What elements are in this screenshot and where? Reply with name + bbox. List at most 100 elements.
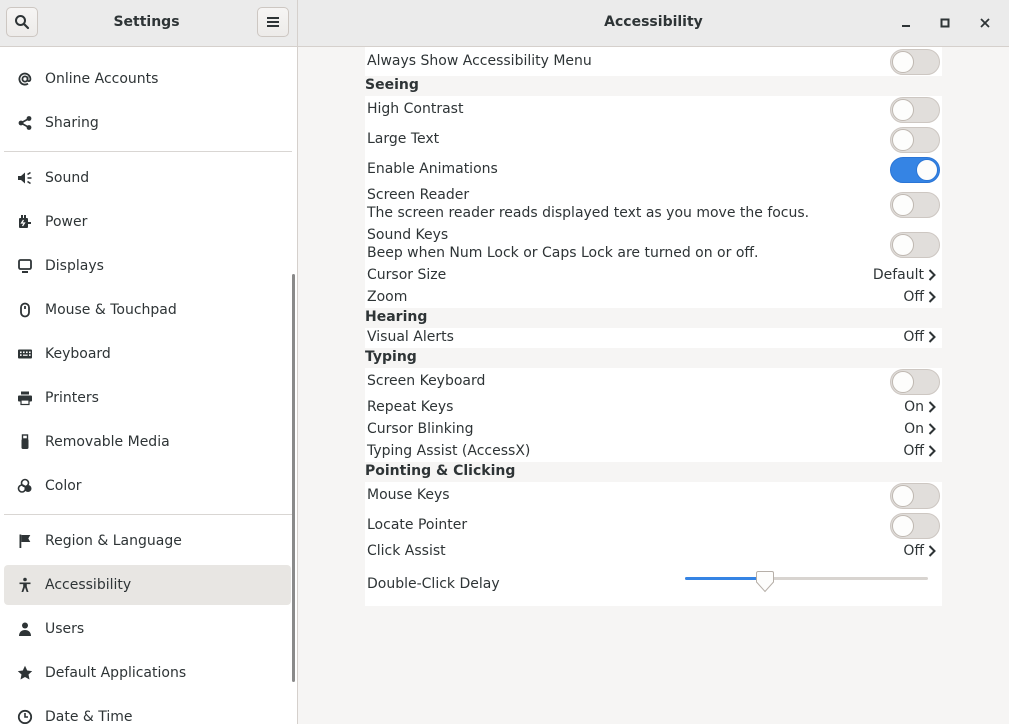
always-show-menu-label: Always Show Accessibility Menu: [367, 53, 592, 69]
menu-button[interactable]: [257, 7, 289, 37]
cursor-size-value: Default: [872, 267, 924, 283]
typing-assist-label: Typing Assist (AccessX): [367, 443, 531, 459]
sidebar: Online Accounts Sharing Sound Power Disp…: [0, 47, 297, 724]
sidebar-item-date-time[interactable]: Date & Time: [4, 697, 291, 724]
sidebar-item-power[interactable]: Power: [4, 202, 291, 242]
flag-icon: [17, 533, 33, 549]
visual-alerts-row-value[interactable]: Off: [903, 329, 936, 345]
maximize-icon: [940, 18, 950, 28]
sidebar-item-users[interactable]: Users: [4, 609, 291, 649]
large-text-toggle[interactable]: [890, 127, 940, 153]
sidebar-item-label: Date & Time: [45, 709, 133, 724]
sidebar-item-label: Region & Language: [45, 533, 182, 549]
sidebar-item-sharing[interactable]: Sharing: [4, 103, 291, 143]
main-headerbar: Accessibility: [298, 0, 1009, 47]
section-header-bg: [365, 348, 942, 368]
sidebar-item-removable-media[interactable]: Removable Media: [4, 422, 291, 462]
sidebar-item-label: Sharing: [45, 115, 99, 131]
sidebar-item-label: Mouse & Touchpad: [45, 302, 177, 318]
users-icon: [17, 621, 33, 637]
clock-icon: [17, 709, 33, 724]
speaker-icon: [17, 170, 33, 186]
sidebar-scrollbar[interactable]: [292, 274, 295, 682]
section-header-bg: [365, 308, 942, 328]
sidebar-item-label: Accessibility: [45, 577, 132, 593]
screen-reader-description: The screen reader reads displayed text a…: [367, 205, 810, 221]
sidebar-item-online-accounts[interactable]: Online Accounts: [4, 59, 291, 99]
chevron-right-icon: [928, 269, 936, 281]
maximize-button[interactable]: [935, 13, 955, 33]
cursor-blinking-value: On: [904, 421, 924, 437]
sidebar-headerbar: Settings: [0, 0, 297, 47]
typing-assist-value: Off: [903, 443, 924, 459]
screen-keyboard-toggle[interactable]: [890, 369, 940, 395]
high-contrast-toggle[interactable]: [890, 97, 940, 123]
pane-divider: [297, 0, 298, 724]
visual-alerts-label: Visual Alerts: [367, 329, 454, 345]
sidebar-item-displays[interactable]: Displays: [4, 246, 291, 286]
cursor-size-label: Cursor Size: [367, 267, 447, 283]
minimize-icon: [902, 25, 910, 27]
sidebar-item-accessibility[interactable]: Accessibility: [4, 565, 291, 605]
chevron-right-icon: [928, 331, 936, 343]
sidebar-item-mouse-touchpad[interactable]: Mouse & Touchpad: [4, 290, 291, 330]
close-icon: [980, 18, 990, 28]
section-pointing-title: Pointing & Clicking: [365, 463, 516, 479]
zoom-value: Off: [903, 289, 924, 305]
monitor-icon: [17, 258, 33, 274]
close-button[interactable]: [975, 13, 995, 33]
sidebar-item-sound[interactable]: Sound: [4, 158, 291, 198]
mouse-keys-toggle[interactable]: [890, 483, 940, 509]
sidebar-item-label: Removable Media: [45, 434, 170, 450]
sidebar-item-label: Online Accounts: [45, 71, 159, 87]
sidebar-item-label: Default Applications: [45, 665, 187, 681]
double-click-delay-label: Double-Click Delay: [367, 576, 500, 592]
cursor-blinking-row-value[interactable]: On: [904, 421, 936, 437]
sidebar-separator: [4, 151, 292, 152]
sidebar-item-label: Displays: [45, 258, 104, 274]
mouse-icon: [17, 302, 33, 318]
repeat-keys-row-value[interactable]: On: [904, 399, 936, 415]
repeat-keys-label: Repeat Keys: [367, 399, 454, 415]
search-button[interactable]: [6, 7, 38, 37]
sidebar-item-color[interactable]: Color: [4, 466, 291, 506]
screen-keyboard-label: Screen Keyboard: [367, 373, 486, 389]
printer-icon: [17, 390, 33, 406]
zoom-label: Zoom: [367, 289, 408, 305]
high-contrast-label: High Contrast: [367, 101, 464, 117]
locate-pointer-label: Locate Pointer: [367, 517, 468, 533]
zoom-row-value[interactable]: Off: [903, 289, 936, 305]
sound-keys-description: Beep when Num Lock or Caps Lock are turn…: [367, 245, 759, 261]
sidebar-item-keyboard[interactable]: Keyboard: [4, 334, 291, 374]
slider-fill: [685, 577, 765, 580]
cursor-blinking-label: Cursor Blinking: [367, 421, 474, 437]
sidebar-item-printers[interactable]: Printers: [4, 378, 291, 418]
slider-handle[interactable]: [755, 570, 775, 593]
locate-pointer-toggle[interactable]: [890, 513, 940, 539]
click-assist-label: Click Assist: [367, 543, 446, 559]
chevron-right-icon: [928, 291, 936, 303]
screen-reader-toggle[interactable]: [890, 192, 940, 218]
cursor-size-row-value[interactable]: Default: [873, 267, 936, 283]
sound-keys-toggle[interactable]: [890, 232, 940, 258]
click-assist-row-value[interactable]: Off: [903, 543, 936, 559]
star-icon: [17, 665, 33, 681]
sidebar-item-label: Keyboard: [45, 346, 111, 362]
visual-alerts-value: Off: [903, 329, 924, 345]
enable-animations-toggle[interactable]: [890, 157, 940, 183]
minimize-button[interactable]: [896, 13, 916, 33]
sidebar-item-region-language[interactable]: Region & Language: [4, 521, 291, 561]
sidebar-item-label: Printers: [45, 390, 99, 406]
mouse-keys-label: Mouse Keys: [367, 487, 450, 503]
at-icon: [17, 71, 33, 87]
sidebar-item-default-applications[interactable]: Default Applications: [4, 653, 291, 693]
chevron-right-icon: [928, 423, 936, 435]
sidebar-separator: [4, 514, 292, 515]
always-show-menu-toggle[interactable]: [890, 49, 940, 75]
chevron-right-icon: [928, 401, 936, 413]
share-icon: [17, 115, 33, 131]
sidebar-item-label: Users: [45, 621, 85, 637]
typing-assist-row-value[interactable]: Off: [903, 443, 936, 459]
repeat-keys-value: On: [904, 399, 924, 415]
chevron-right-icon: [928, 445, 936, 457]
